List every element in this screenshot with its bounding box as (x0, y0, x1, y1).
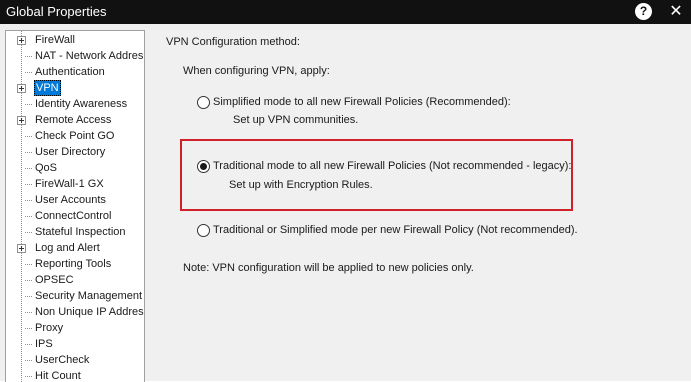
tree-item[interactable]: ConnectControl (6, 208, 144, 224)
tree-item-label[interactable]: VPN (34, 80, 61, 96)
tree-branch-line (25, 200, 32, 201)
vpn-note: Note: VPN configuration will be applied … (183, 262, 474, 274)
tree-item-label[interactable]: ConnectControl (34, 209, 112, 223)
tree-branch-line (25, 56, 32, 57)
tree-item-label[interactable]: Reporting Tools (34, 257, 112, 271)
tree-item-label[interactable]: QoS (34, 161, 58, 175)
tree-item[interactable]: Remote Access (6, 112, 144, 128)
tree-item[interactable]: User Accounts (6, 192, 144, 208)
tree-item[interactable]: Authentication (6, 64, 144, 80)
tree-item-label[interactable]: User Accounts (34, 193, 107, 207)
tree-item-label[interactable]: Non Unique IP Address (34, 305, 144, 319)
tree-branch-line (25, 104, 32, 105)
tree-item[interactable]: User Directory (6, 144, 144, 160)
tree-branch-line (25, 136, 32, 137)
tree-item[interactable]: FireWall (6, 32, 144, 48)
tree-item[interactable]: Identity Awareness (6, 96, 144, 112)
section-title: VPN Configuration method: (166, 36, 300, 48)
expand-icon[interactable] (17, 244, 26, 253)
tree-item[interactable]: Log and Alert (6, 240, 144, 256)
tree-branch-line (25, 232, 32, 233)
tree-item-label[interactable]: FireWall-1 GX (34, 177, 105, 191)
tree-item-label[interactable]: OPSEC (34, 273, 75, 287)
close-icon[interactable]: ✕ (666, 2, 686, 22)
tree-item[interactable]: Reporting Tools (6, 256, 144, 272)
tree-item-label[interactable]: Hit Count (34, 369, 82, 382)
tree-item[interactable]: Check Point GO (6, 128, 144, 144)
tree-item-label[interactable]: Security Management . (34, 289, 144, 303)
tree-item-label[interactable]: User Directory (34, 145, 106, 159)
tree-branch-line (25, 152, 32, 153)
tree-branch-line (25, 312, 32, 313)
tree-branch-line (25, 344, 32, 345)
tree-item-label[interactable]: NAT - Network Addres (34, 49, 144, 63)
simplified-mode-description: Set up VPN communities. (233, 114, 359, 126)
tree-item[interactable]: UserCheck (6, 352, 144, 368)
tree-item[interactable]: VPN (6, 80, 144, 96)
per-policy-mode-radio[interactable] (197, 224, 210, 237)
tree-branch-line (25, 72, 32, 73)
tree-branch-line (25, 376, 32, 377)
apply-label: When configuring VPN, apply: (183, 65, 330, 77)
tree-item-label[interactable]: Log and Alert (34, 241, 101, 255)
tree-item[interactable]: Stateful Inspection (6, 224, 144, 240)
tree-item[interactable]: FireWall-1 GX (6, 176, 144, 192)
expand-icon[interactable] (17, 116, 26, 125)
tree-item[interactable]: NAT - Network Addres (6, 48, 144, 64)
tree-item-label[interactable]: Check Point GO (34, 129, 115, 143)
tree-branch-line (25, 296, 32, 297)
tree-branch-line (25, 184, 32, 185)
help-icon[interactable]: ? (635, 3, 652, 20)
tree-item[interactable]: OPSEC (6, 272, 144, 288)
tree-item-label[interactable]: UserCheck (34, 353, 90, 367)
simplified-mode-radio[interactable] (197, 96, 210, 109)
tree-branch-line (25, 216, 32, 217)
tree-item-label[interactable]: Proxy (34, 321, 64, 335)
highlight-box (180, 139, 573, 211)
tree-branch-line (25, 264, 32, 265)
tree-item[interactable]: Proxy (6, 320, 144, 336)
dialog-content: FireWall NAT - Network Addres Authenticati… (0, 24, 691, 382)
window-title: Global Properties (6, 4, 107, 19)
tree-item-label[interactable]: IPS (34, 337, 54, 351)
tree-branch-line (25, 328, 32, 329)
tree-item[interactable]: IPS (6, 336, 144, 352)
categories-tree[interactable]: FireWall NAT - Network Addres Authenticati… (5, 30, 145, 382)
tree-item-label[interactable]: Authentication (34, 65, 106, 79)
tree-item[interactable]: Hit Count (6, 368, 144, 382)
expand-icon[interactable] (17, 84, 26, 93)
tree-item[interactable]: Non Unique IP Address (6, 304, 144, 320)
expand-icon[interactable] (17, 36, 26, 45)
tree-branch-line (25, 360, 32, 361)
tree-item-label[interactable]: Identity Awareness (34, 97, 128, 111)
tree-item[interactable]: Security Management . (6, 288, 144, 304)
tree-item-label[interactable]: FireWall (34, 33, 76, 47)
tree-item-label[interactable]: Stateful Inspection (34, 225, 127, 239)
simplified-mode-label[interactable]: Simplified mode to all new Firewall Poli… (213, 96, 511, 108)
per-policy-mode-label[interactable]: Traditional or Simplified mode per new F… (213, 224, 578, 236)
tree-branch-line (25, 168, 32, 169)
tree-branch-line (25, 280, 32, 281)
tree-item-label[interactable]: Remote Access (34, 113, 112, 127)
title-bar: Global Properties ? ✕ (0, 0, 691, 24)
tree-item[interactable]: QoS (6, 160, 144, 176)
